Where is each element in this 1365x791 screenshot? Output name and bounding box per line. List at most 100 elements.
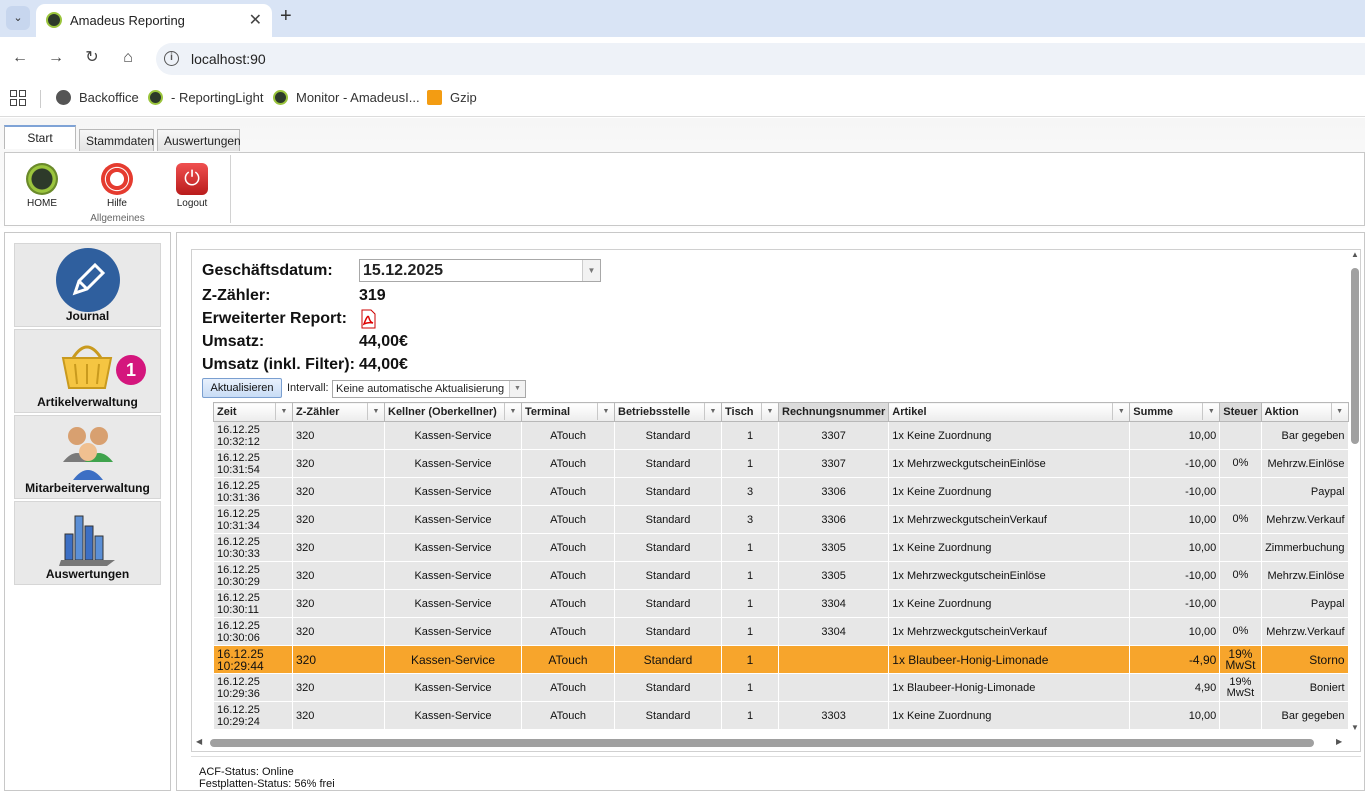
cell-time: 10:29:36 — [217, 687, 260, 700]
cell-tisch: 1 — [721, 589, 779, 618]
filter-dropdown-icon[interactable]: ▼ — [761, 403, 778, 420]
tab-search-button[interactable]: ⌄ — [6, 6, 30, 30]
table-row[interactable]: 16.12.25 10:31:34 320 Kassen-Service ATouch S… — [213, 505, 1349, 534]
ribbon-tab-auswertungen[interactable]: Auswertungen — [157, 129, 241, 151]
amadeus-icon — [273, 90, 288, 105]
column-header-zeit[interactable]: Zeit ▼ — [213, 402, 293, 422]
column-header-aktion[interactable]: Aktion ▼ — [1260, 402, 1349, 422]
home-icon[interactable]: ⌂ — [118, 48, 138, 68]
filter-dropdown-icon[interactable]: ▼ — [1202, 403, 1219, 420]
cell-terminal: ATouch — [521, 673, 615, 702]
logout-button[interactable]: ⏻ Logout — [167, 163, 217, 209]
cell-artikel: 1x Blaubeer-Honig-Limonade — [888, 673, 1131, 702]
cell-z-zaehler: 320 — [292, 701, 385, 730]
apps-grid-icon[interactable] — [10, 90, 26, 106]
reload-icon[interactable]: ↻ — [82, 48, 102, 68]
filter-dropdown-icon[interactable]: ▼ — [597, 403, 614, 420]
cell-terminal: ATouch — [521, 701, 615, 730]
column-header-summe[interactable]: Summe ▼ — [1129, 402, 1221, 422]
nav-artikelverwaltung[interactable]: 1 Artikelverwaltung — [14, 329, 161, 413]
cell-zeit: 16.12.25 10:30:11 — [213, 589, 293, 618]
cell-betriebsstelle: Standard — [614, 505, 722, 534]
table-row[interactable]: 16.12.25 10:29:44 320 Kassen-Service ATouch S… — [213, 645, 1349, 674]
cell-summe: -10,00 — [1129, 449, 1221, 478]
bookmark-reportinglight[interactable]: - ReportingLight — [148, 90, 264, 105]
address-bar[interactable]: i localhost:90 — [156, 43, 1365, 75]
scroll-right-icon[interactable]: ▶ — [1336, 737, 1342, 746]
cell-terminal: ATouch — [521, 645, 615, 674]
bookmark-label: Gzip — [450, 90, 477, 105]
table-row[interactable]: 16.12.25 10:29:36 320 Kassen-Service ATouch S… — [213, 673, 1349, 702]
table-row[interactable]: 16.12.25 10:30:11 320 Kassen-Service ATouch S… — [213, 589, 1349, 618]
lifebuoy-icon — [101, 163, 133, 195]
table-row[interactable]: 16.12.25 10:31:36 320 Kassen-Service ATouch S… — [213, 477, 1349, 506]
nav-auswertungen[interactable]: Auswertungen — [14, 501, 161, 585]
intervall-select[interactable]: Keine automatische Aktualisierung ▼ — [332, 380, 526, 398]
gzip-icon — [427, 90, 442, 105]
nav-mitarbeiterverwaltung[interactable]: Mitarbeiterverwaltung — [14, 415, 161, 499]
scroll-thumb[interactable] — [210, 739, 1314, 747]
chevron-down-icon[interactable]: ▼ — [582, 260, 600, 281]
scroll-left-icon[interactable]: ◀ — [196, 737, 202, 746]
pdf-icon[interactable] — [360, 309, 376, 329]
table-row[interactable]: 16.12.25 10:29:24 320 Kassen-Service ATouch S… — [213, 701, 1349, 730]
column-header-steuer[interactable]: Steuer — [1219, 402, 1262, 422]
back-arrow-icon[interactable]: ← — [10, 48, 30, 68]
hilfe-button[interactable]: Hilfe — [92, 163, 142, 209]
filter-dropdown-icon[interactable]: ▼ — [275, 403, 292, 420]
cell-artikel: 1x MehrzweckgutscheinEinlöse — [888, 561, 1131, 590]
cell-artikel: 1x Keine Zuordnung — [888, 701, 1131, 730]
filter-dropdown-icon[interactable]: ▼ — [1112, 403, 1129, 420]
cell-betriebsstelle: Standard — [614, 533, 722, 562]
site-info-icon[interactable]: i — [164, 51, 179, 66]
table-row[interactable]: 16.12.25 10:30:06 320 Kassen-Service ATouch S… — [213, 617, 1349, 646]
table-row[interactable]: 16.12.25 10:30:29 320 Kassen-Service ATouch S… — [213, 561, 1349, 590]
column-label: Terminal — [525, 406, 571, 418]
ribbon-tab-start[interactable]: Start — [4, 125, 76, 149]
new-tab-button[interactable]: + — [280, 5, 292, 28]
nav-journal[interactable]: Journal — [14, 243, 161, 327]
nav-label-artikelverwaltung: Artikelverwaltung — [37, 395, 138, 409]
home-button[interactable]: HOME — [17, 163, 67, 209]
cell-aktion: Bar gegeben — [1260, 421, 1349, 450]
filter-dropdown-icon[interactable]: ▼ — [704, 403, 721, 420]
cell-kellner: Kassen-Service — [384, 533, 522, 562]
column-header-z-zaehler[interactable]: Z-Zähler ▼ — [292, 402, 385, 422]
column-header-rechnungsnummer[interactable]: Rechnungsnummer — [777, 402, 890, 422]
filter-dropdown-icon[interactable]: ▼ — [504, 403, 521, 420]
vertical-scrollbar[interactable]: ▲ ▼ — [1349, 250, 1361, 735]
close-tab-icon[interactable]: ✕ — [249, 10, 262, 30]
horizontal-scrollbar[interactable]: ◀ ▶ — [192, 736, 1348, 750]
cell-terminal: ATouch — [521, 589, 615, 618]
column-header-kellner[interactable]: Kellner (Oberkellner) ▼ — [384, 402, 522, 422]
cell-time: 10:30:29 — [217, 575, 260, 588]
filter-dropdown-icon[interactable]: ▼ — [1330, 403, 1348, 420]
column-header-terminal[interactable]: Terminal ▼ — [521, 402, 615, 422]
table-row[interactable]: 16.12.25 10:30:33 320 Kassen-Service ATouch S… — [213, 533, 1349, 562]
cell-aktion: Bar gegeben — [1260, 701, 1349, 730]
scroll-up-icon[interactable]: ▲ — [1351, 250, 1359, 259]
bookmark-backoffice[interactable]: Backoffice — [56, 90, 139, 105]
forward-arrow-icon[interactable]: → — [46, 48, 66, 68]
column-header-betriebsstelle[interactable]: Betriebsstelle ▼ — [614, 402, 722, 422]
browser-tab[interactable]: Amadeus Reporting ✕ — [36, 4, 272, 37]
cell-date: 16.12.25 — [217, 703, 260, 716]
home-label: HOME — [27, 198, 57, 209]
table-row[interactable]: 16.12.25 10:31:54 320 Kassen-Service ATouch S… — [213, 449, 1349, 478]
scroll-down-icon[interactable]: ▼ — [1351, 723, 1359, 732]
scroll-thumb[interactable] — [1351, 268, 1359, 444]
browser-tab-title: Amadeus Reporting — [70, 13, 185, 28]
refresh-button[interactable]: Aktualisieren — [202, 378, 282, 398]
cell-z-zaehler: 320 — [292, 617, 385, 646]
table-row[interactable]: 16.12.25 10:32:12 320 Kassen-Service ATouch S… — [213, 421, 1349, 450]
ribbon-tab-stammdaten[interactable]: Stammdaten — [79, 129, 154, 151]
cell-steuer: 0% — [1219, 561, 1262, 590]
filter-dropdown-icon[interactable]: ▼ — [367, 403, 384, 420]
chevron-down-icon[interactable]: ▼ — [509, 381, 525, 397]
date-select[interactable]: 15.12.2025 ▼ — [359, 259, 601, 282]
bookmark-gzip[interactable]: Gzip — [427, 90, 477, 105]
cell-kellner: Kassen-Service — [384, 673, 522, 702]
column-header-artikel[interactable]: Artikel ▼ — [888, 402, 1131, 422]
column-header-tisch[interactable]: Tisch ▼ — [721, 402, 779, 422]
bookmark-monitor[interactable]: Monitor - AmadeusI... — [273, 90, 420, 105]
